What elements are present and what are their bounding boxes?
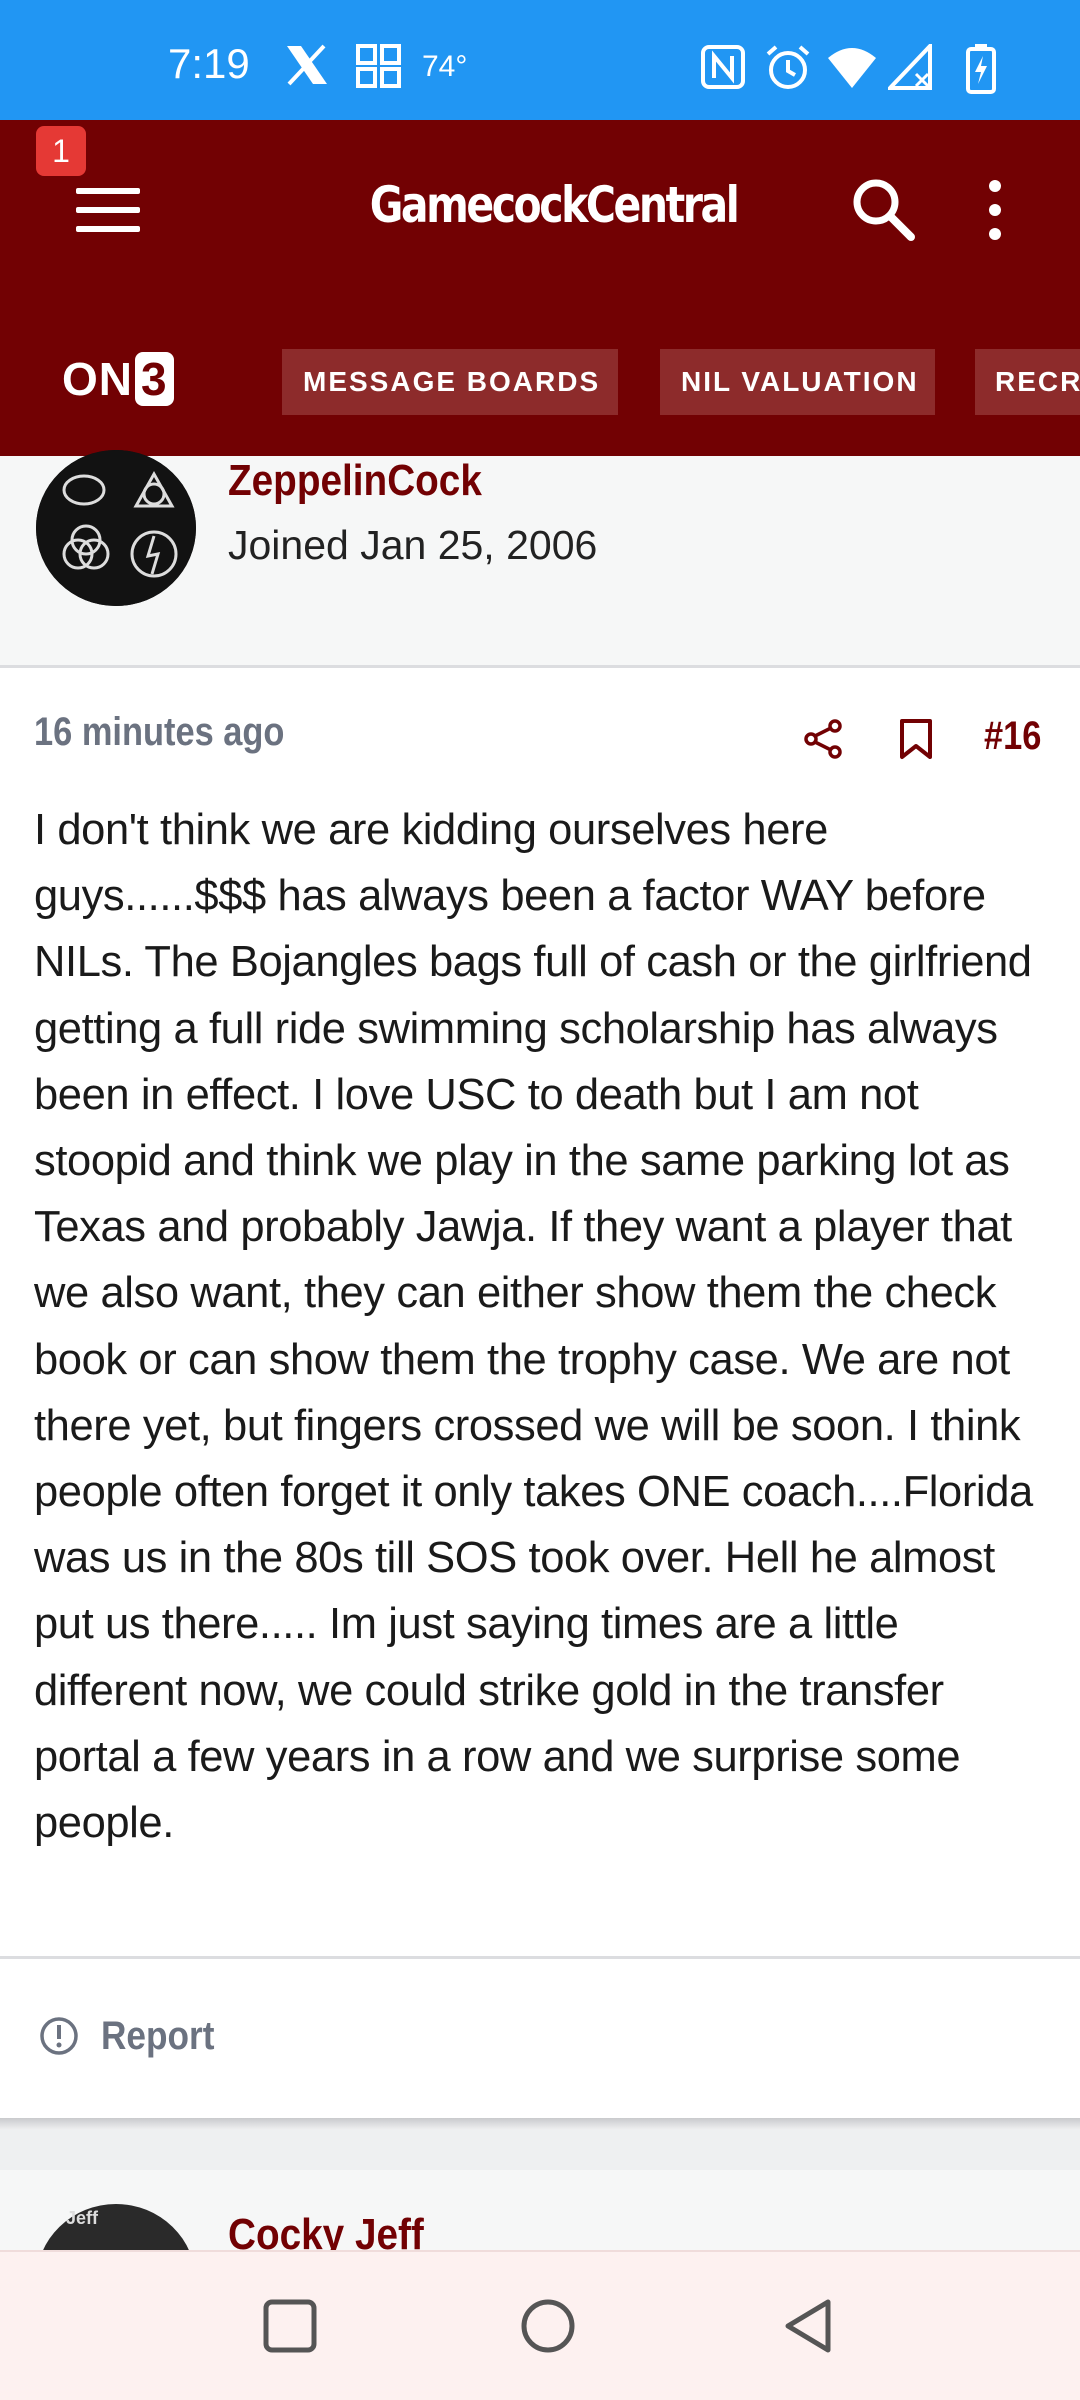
widget-icon	[356, 44, 401, 88]
on3-logo-number: 3	[135, 352, 174, 406]
home-icon[interactable]	[520, 2298, 576, 2354]
on3-logo-text: ON	[62, 353, 133, 405]
card-shadow	[0, 2118, 1080, 2130]
x-icon	[287, 44, 327, 86]
report-button[interactable]: Report	[38, 2012, 230, 2072]
more-options-button[interactable]	[980, 180, 1010, 240]
alarm-icon	[766, 45, 810, 89]
bookmark-icon[interactable]	[898, 718, 934, 760]
divider	[0, 1956, 1080, 1959]
zeppelin-symbols-icon	[36, 450, 196, 606]
dot-icon	[989, 180, 1001, 192]
back-icon[interactable]	[780, 2298, 836, 2354]
tab-label: MESSAGE BOARDS	[303, 366, 601, 397]
nfc-icon	[701, 45, 745, 89]
site-logo[interactable]: GamecockCentral	[370, 176, 740, 246]
notification-badge: 1	[36, 126, 86, 176]
post-number-link[interactable]: #16	[984, 714, 1041, 759]
on3-logo[interactable]: ON 3	[62, 352, 174, 406]
avatar[interactable]	[36, 450, 196, 606]
tab-label: NIL VALUATION	[681, 366, 919, 397]
menu-line-icon	[76, 188, 140, 194]
tab-nil-valuation[interactable]: NIL VALUATION	[660, 349, 935, 415]
status-bar: 7:19 74°	[0, 0, 1080, 120]
post-author-joined: Joined Jan 25, 2006	[228, 522, 598, 568]
search-icon[interactable]	[850, 176, 916, 242]
share-icon[interactable]	[802, 718, 844, 760]
recents-icon[interactable]	[262, 2298, 318, 2354]
menu-line-icon	[76, 226, 140, 232]
post-timestamp: 16 minutes ago	[34, 710, 285, 754]
post-author-name[interactable]: ZeppelinCock	[228, 456, 482, 506]
avatar-text: Jeff	[66, 2208, 99, 2228]
dot-icon	[989, 204, 1001, 216]
post-body: I don't think we are kidding ourselves h…	[34, 806, 1033, 1848]
dot-icon	[989, 228, 1001, 240]
tab-recruiting[interactable]: RECRUITING	[975, 349, 1080, 415]
battery-icon	[966, 44, 996, 94]
post-gap	[0, 2130, 1080, 2170]
signal-icon	[888, 44, 932, 90]
menu-line-icon	[76, 207, 140, 213]
tab-label: RECRUITING	[995, 366, 1080, 397]
wifi-icon	[828, 48, 876, 88]
tab-message-boards[interactable]: MESSAGE BOARDS	[282, 349, 618, 415]
report-label: Report	[101, 2013, 215, 2058]
status-time: 7:19	[168, 40, 250, 87]
report-icon	[40, 2017, 78, 2056]
menu-button[interactable]	[76, 188, 140, 232]
status-temperature: 74°	[422, 50, 468, 83]
